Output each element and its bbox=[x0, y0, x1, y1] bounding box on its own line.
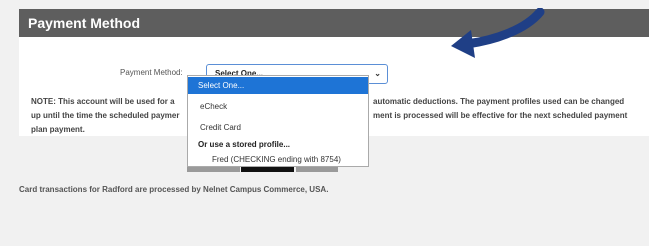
arrow-icon bbox=[451, 8, 545, 58]
option-echeck[interactable]: eCheck bbox=[188, 100, 368, 114]
stored-profile-group-label: Or use a stored profile... bbox=[198, 140, 291, 149]
note-line-1-left: NOTE: This account will be used for a bbox=[31, 97, 175, 106]
option-select-one[interactable]: Select One... bbox=[188, 77, 368, 94]
chevron-down-icon: ⌄ bbox=[374, 69, 381, 78]
option-stored-profile-fred[interactable]: Fred (CHECKING ending with 8754) bbox=[188, 153, 368, 167]
note-line-2-right: ment is processed will be effective for … bbox=[373, 111, 628, 120]
payment-method-label: Payment Method: bbox=[120, 68, 183, 77]
payment-method-dropdown: Select One... eCheck Credit Card Or use … bbox=[187, 75, 369, 167]
option-credit-card[interactable]: Credit Card bbox=[188, 121, 368, 135]
note-line-2-left: up until the time the scheduled paymer bbox=[31, 111, 180, 120]
note-line-1-right: automatic deductions. The payment profil… bbox=[373, 97, 625, 106]
footer-text: Card transactions for Radford are proces… bbox=[19, 185, 329, 194]
